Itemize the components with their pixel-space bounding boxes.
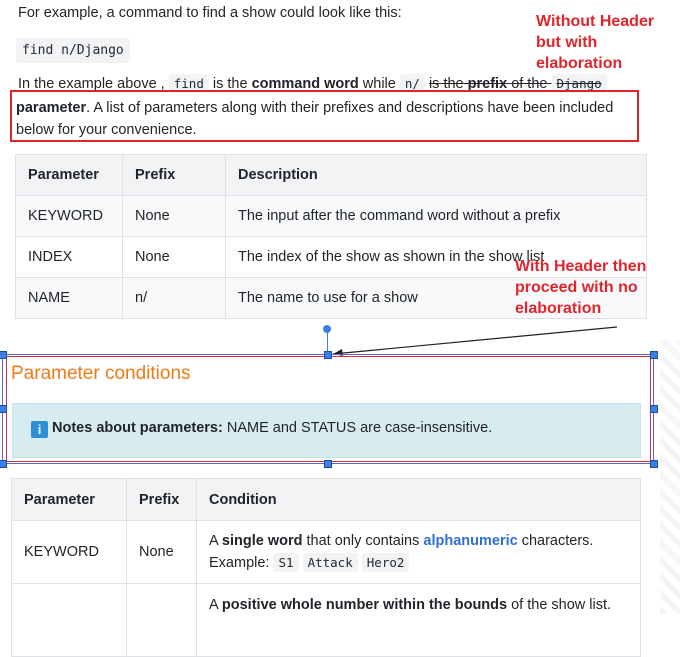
rotate-handle-stem xyxy=(327,331,328,353)
header-prefix: Prefix xyxy=(126,478,197,521)
example-code: S1 xyxy=(273,553,299,572)
text-fragment: A xyxy=(209,533,222,549)
cell-parameter: KEYWORD xyxy=(11,520,127,584)
resize-handle[interactable] xyxy=(0,405,7,413)
condition-table: Parameter Prefix Condition KEYWORD None … xyxy=(11,478,641,657)
text-fragment: of the show list. xyxy=(507,597,612,613)
resize-handle[interactable] xyxy=(0,351,7,359)
text-fragment: A xyxy=(209,597,222,613)
resize-handle[interactable] xyxy=(650,460,658,468)
header-parameter: Parameter xyxy=(11,478,127,521)
example-code: Attack xyxy=(302,553,358,572)
resize-handle[interactable] xyxy=(324,351,332,359)
bold-single-word: single word xyxy=(221,533,303,549)
header-condition: Condition xyxy=(196,478,641,521)
bold-positive-number: positive whole number within the bounds xyxy=(221,597,508,613)
resize-handle[interactable] xyxy=(0,460,7,468)
example-code: Hero2 xyxy=(361,553,410,572)
rotate-handle[interactable] xyxy=(323,325,331,333)
example-label: Example: xyxy=(209,555,270,571)
resize-handle[interactable] xyxy=(650,405,658,413)
cell-prefix xyxy=(126,583,197,657)
resize-handle[interactable] xyxy=(324,460,332,468)
text-fragment: that only contains xyxy=(302,533,424,549)
cell-prefix: None xyxy=(126,520,197,584)
table-row: KEYWORD None A single word that only con… xyxy=(11,520,641,584)
table-row: A positive whole number within the bound… xyxy=(11,583,641,657)
table-header-row: Parameter Prefix Condition xyxy=(11,478,641,521)
alphanumeric-term: alphanumeric xyxy=(423,533,518,549)
resize-handle[interactable] xyxy=(650,351,658,359)
text-fragment: characters. xyxy=(517,533,594,549)
cell-condition: A positive whole number within the bound… xyxy=(196,583,641,657)
selection-frame-inner xyxy=(6,356,651,462)
cell-condition: A single word that only contains alphanu… xyxy=(196,520,641,584)
cell-parameter xyxy=(11,583,127,657)
